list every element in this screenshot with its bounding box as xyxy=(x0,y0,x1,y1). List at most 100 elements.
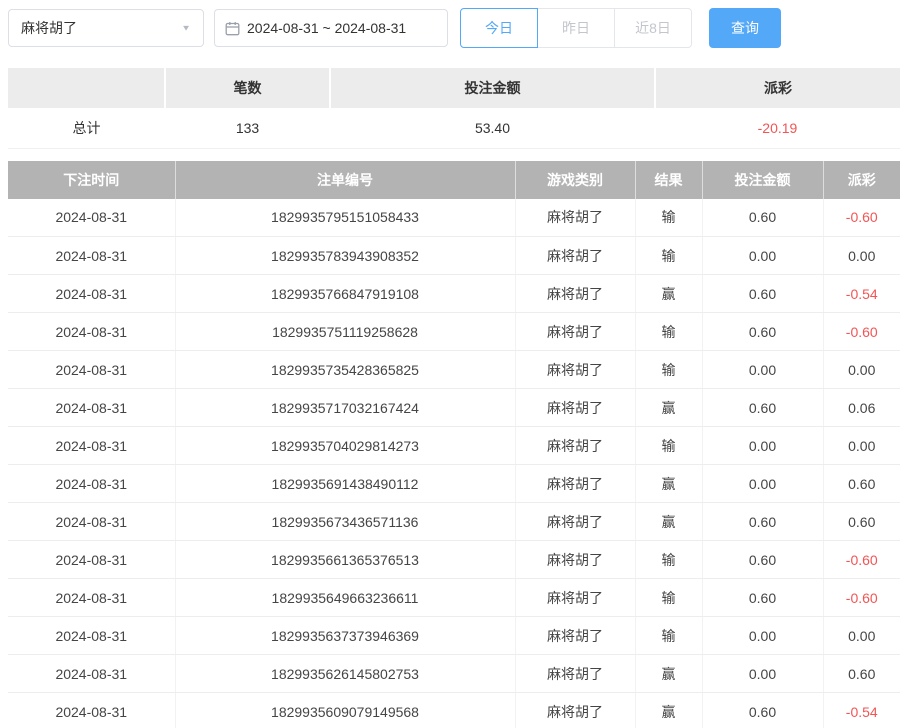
game-type-cell: 麻将胡了 xyxy=(515,503,635,541)
table-row: 2024-08-311829935649663236611麻将胡了输0.60-0… xyxy=(8,579,900,617)
bet-amount-cell: 0.60 xyxy=(702,503,823,541)
table-row: 2024-08-311829935783943908352麻将胡了输0.000.… xyxy=(8,237,900,275)
payout-cell: -0.60 xyxy=(823,199,900,237)
header-bet-time: 下注时间 xyxy=(8,161,175,199)
result-cell: 赢 xyxy=(635,655,702,693)
bet-table: 下注时间 注单编号 游戏类别 结果 投注金额 派彩 2024-08-311829… xyxy=(8,161,900,728)
header-bet-amount: 投注金额 xyxy=(702,161,823,199)
game-type-cell: 麻将胡了 xyxy=(515,351,635,389)
quick-filter-group: 今日 昨日 近8日 xyxy=(460,8,692,48)
date-range-input[interactable]: 2024-08-31 ~ 2024-08-31 xyxy=(214,9,448,47)
table-row: 2024-08-311829935609079149568麻将胡了赢0.60-0… xyxy=(8,693,900,728)
table-row: 2024-08-311829935673436571136麻将胡了赢0.600.… xyxy=(8,503,900,541)
table-row: 2024-08-311829935735428365825麻将胡了输0.000.… xyxy=(8,351,900,389)
bet-table-body: 2024-08-311829935795151058433麻将胡了输0.60-0… xyxy=(8,199,900,728)
table-row: 2024-08-311829935751119258628麻将胡了输0.60-0… xyxy=(8,313,900,351)
bet-amount-cell: 0.00 xyxy=(702,237,823,275)
quick-filter-last8days[interactable]: 近8日 xyxy=(614,8,692,48)
bet-id-cell: 1829935637373946369 xyxy=(175,617,515,655)
bet-id-cell: 1829935609079149568 xyxy=(175,693,515,728)
header-bet-id: 注单编号 xyxy=(175,161,515,199)
payout-cell: 0.00 xyxy=(823,617,900,655)
game-type-cell: 麻将胡了 xyxy=(515,541,635,579)
result-cell: 赢 xyxy=(635,275,702,313)
bet-time-cell: 2024-08-31 xyxy=(8,503,175,541)
payout-cell: -0.60 xyxy=(823,541,900,579)
chevron-down-icon: ▼ xyxy=(181,24,191,33)
header-result: 结果 xyxy=(635,161,702,199)
summary-header-blank xyxy=(8,68,165,108)
bet-time-cell: 2024-08-31 xyxy=(8,351,175,389)
bet-amount-cell: 0.60 xyxy=(702,693,823,728)
game-type-cell: 麻将胡了 xyxy=(515,579,635,617)
bet-amount-cell: 0.00 xyxy=(702,427,823,465)
payout-cell: -0.54 xyxy=(823,693,900,728)
game-type-cell: 麻将胡了 xyxy=(515,199,635,237)
result-cell: 输 xyxy=(635,237,702,275)
payout-cell: 0.60 xyxy=(823,655,900,693)
bet-time-cell: 2024-08-31 xyxy=(8,465,175,503)
game-type-cell: 麻将胡了 xyxy=(515,465,635,503)
table-row: 2024-08-311829935795151058433麻将胡了输0.60-0… xyxy=(8,199,900,237)
bet-table-header-row: 下注时间 注单编号 游戏类别 结果 投注金额 派彩 xyxy=(8,161,900,199)
bet-time-cell: 2024-08-31 xyxy=(8,541,175,579)
result-cell: 输 xyxy=(635,427,702,465)
result-cell: 赢 xyxy=(635,693,702,728)
calendar-icon xyxy=(225,21,240,36)
header-payout: 派彩 xyxy=(823,161,900,199)
result-cell: 输 xyxy=(635,579,702,617)
payout-cell: 0.00 xyxy=(823,351,900,389)
summary-header-payout: 派彩 xyxy=(655,68,900,108)
table-row: 2024-08-311829935691438490112麻将胡了赢0.000.… xyxy=(8,465,900,503)
game-type-cell: 麻将胡了 xyxy=(515,275,635,313)
date-range-value: 2024-08-31 ~ 2024-08-31 xyxy=(247,20,406,36)
summary-header-count: 笔数 xyxy=(165,68,330,108)
bet-time-cell: 2024-08-31 xyxy=(8,313,175,351)
bet-id-cell: 1829935704029814273 xyxy=(175,427,515,465)
bet-amount-cell: 0.60 xyxy=(702,313,823,351)
result-cell: 输 xyxy=(635,199,702,237)
game-type-cell: 麻将胡了 xyxy=(515,427,635,465)
bet-time-cell: 2024-08-31 xyxy=(8,693,175,728)
bet-time-cell: 2024-08-31 xyxy=(8,617,175,655)
bet-id-cell: 1829935661365376513 xyxy=(175,541,515,579)
game-type-cell: 麻将胡了 xyxy=(515,237,635,275)
toolbar: 麻将胡了 ▼ 2024-08-31 ~ 2024-08-31 今日 昨日 近8日… xyxy=(0,0,908,48)
result-cell: 赢 xyxy=(635,503,702,541)
table-row: 2024-08-311829935704029814273麻将胡了输0.000.… xyxy=(8,427,900,465)
bet-id-cell: 1829935751119258628 xyxy=(175,313,515,351)
bet-amount-cell: 0.00 xyxy=(702,617,823,655)
bet-amount-cell: 0.00 xyxy=(702,465,823,503)
game-select[interactable]: 麻将胡了 ▼ xyxy=(8,9,204,47)
bet-time-cell: 2024-08-31 xyxy=(8,389,175,427)
summary-table: 笔数 投注金额 派彩 总计 133 53.40 -20.19 xyxy=(8,68,900,149)
bet-id-cell: 1829935783943908352 xyxy=(175,237,515,275)
payout-cell: 0.60 xyxy=(823,465,900,503)
table-row: 2024-08-311829935766847919108麻将胡了赢0.60-0… xyxy=(8,275,900,313)
summary-total-count: 133 xyxy=(165,108,330,148)
payout-cell: 0.60 xyxy=(823,503,900,541)
bet-time-cell: 2024-08-31 xyxy=(8,199,175,237)
result-cell: 输 xyxy=(635,313,702,351)
query-button[interactable]: 查询 xyxy=(709,8,781,48)
summary-total-row: 总计 133 53.40 -20.19 xyxy=(8,108,900,148)
bet-id-cell: 1829935649663236611 xyxy=(175,579,515,617)
bet-id-cell: 1829935626145802753 xyxy=(175,655,515,693)
result-cell: 输 xyxy=(635,541,702,579)
game-type-cell: 麻将胡了 xyxy=(515,655,635,693)
payout-cell: -0.60 xyxy=(823,579,900,617)
summary-header-row: 笔数 投注金额 派彩 xyxy=(8,68,900,108)
quick-filter-yesterday[interactable]: 昨日 xyxy=(537,8,615,48)
summary-total-bet-amount: 53.40 xyxy=(330,108,655,148)
quick-filter-today[interactable]: 今日 xyxy=(460,8,538,48)
bet-amount-cell: 0.60 xyxy=(702,275,823,313)
payout-cell: -0.54 xyxy=(823,275,900,313)
result-cell: 赢 xyxy=(635,389,702,427)
bet-id-cell: 1829935691438490112 xyxy=(175,465,515,503)
summary-total-payout: -20.19 xyxy=(655,108,900,148)
payout-cell: 0.06 xyxy=(823,389,900,427)
summary-total-label: 总计 xyxy=(8,108,165,148)
bet-amount-cell: 0.00 xyxy=(702,351,823,389)
table-row: 2024-08-311829935717032167424麻将胡了赢0.600.… xyxy=(8,389,900,427)
bet-amount-cell: 0.60 xyxy=(702,541,823,579)
